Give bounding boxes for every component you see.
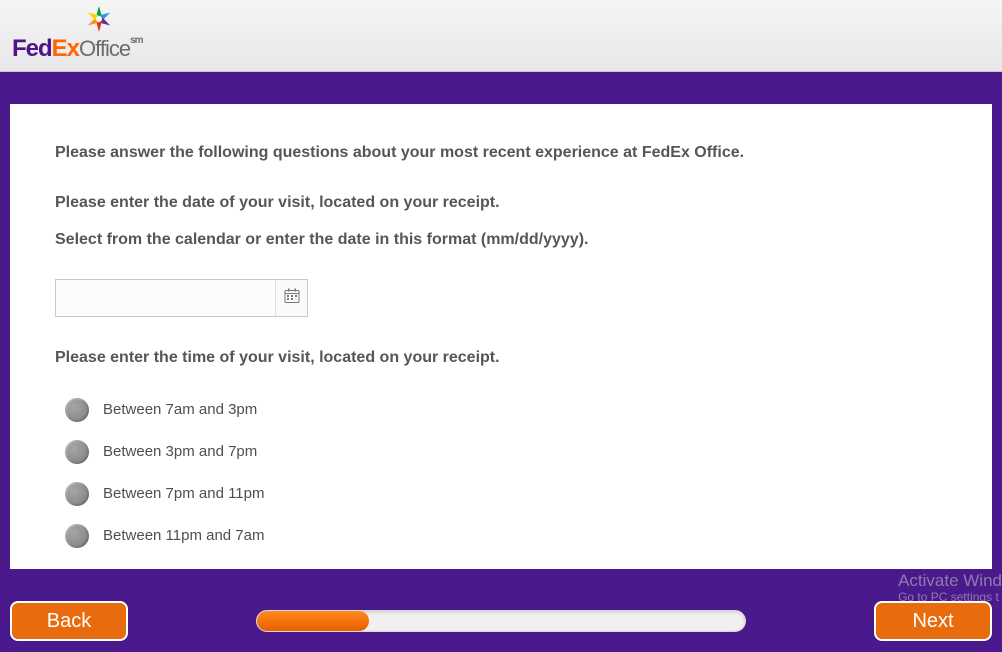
- date-input-group: [55, 279, 308, 317]
- intro-text: Please answer the following questions ab…: [55, 142, 947, 164]
- calendar-icon: [284, 288, 300, 309]
- radio-icon: [65, 524, 89, 548]
- time-option-0[interactable]: Between 7am and 3pm: [65, 398, 947, 422]
- back-button-label: Back: [47, 610, 91, 633]
- progress-bar: [256, 610, 746, 632]
- watermark-line1: Activate Wind: [898, 572, 1002, 591]
- date-question: Please enter the date of your visit, loc…: [55, 192, 947, 214]
- radio-icon: [65, 440, 89, 464]
- time-question: Please enter the time of your visit, loc…: [55, 347, 947, 369]
- back-button[interactable]: Back: [10, 601, 128, 641]
- brand-ex: Ex: [52, 35, 79, 62]
- radio-icon: [65, 398, 89, 422]
- radio-label: Between 7pm and 11pm: [103, 485, 265, 502]
- brand-fed: Fed: [12, 35, 52, 62]
- time-option-1[interactable]: Between 3pm and 7pm: [65, 440, 947, 464]
- time-option-2[interactable]: Between 7pm and 11pm: [65, 482, 947, 506]
- survey-body: Please answer the following questions ab…: [0, 72, 1002, 652]
- next-button[interactable]: Next: [874, 601, 992, 641]
- brand-sm: sm: [130, 35, 142, 46]
- date-hint: Select from the calendar or enter the da…: [55, 229, 947, 251]
- star-icon: [84, 4, 114, 39]
- radio-label: Between 3pm and 7pm: [103, 443, 257, 460]
- radio-label: Between 7am and 3pm: [103, 401, 257, 418]
- brand-office: Office: [79, 36, 130, 61]
- brand-logo: FedExOfficesm: [12, 4, 143, 63]
- progress-fill: [257, 611, 369, 631]
- app-header: FedExOfficesm: [0, 0, 1002, 72]
- calendar-button[interactable]: [275, 280, 307, 316]
- visit-date-input[interactable]: [56, 280, 275, 316]
- radio-label: Between 11pm and 7am: [103, 527, 265, 544]
- radio-icon: [65, 482, 89, 506]
- footer-bar: Back Next: [0, 590, 1002, 652]
- time-option-3[interactable]: Between 11pm and 7am: [65, 524, 947, 548]
- brand-text: FedExOfficesm: [12, 35, 143, 63]
- survey-panel: Please answer the following questions ab…: [10, 104, 992, 569]
- next-button-label: Next: [912, 610, 953, 633]
